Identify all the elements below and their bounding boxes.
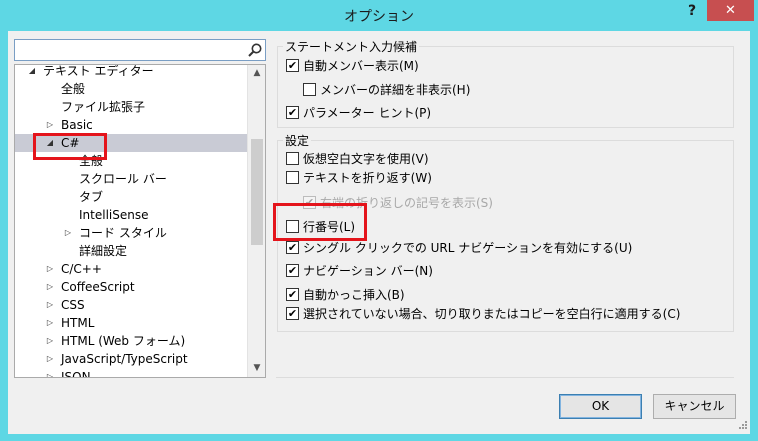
tree-item-label: スクロール バー [79,172,167,186]
options-tree: ◢ テキスト エディター 全般 ファイル拡張子 ▷ Basic ◢ C# 全般 スクロ… [14,64,266,378]
collapsed-icon[interactable]: ▷ [45,350,55,368]
checkbox-label: メンバーの詳細を非表示(H) [320,83,471,97]
checkbox-box[interactable]: ✔ [286,288,299,301]
checkbox-box[interactable]: ✔ [286,307,299,320]
tree-item-csharp-general[interactable]: 全般 [15,152,247,170]
close-button[interactable]: ✕ [707,0,754,21]
tree-item-label: 全般 [61,82,86,96]
tree-item-label: 詳細設定 [79,244,128,258]
tree-item-scrollbar[interactable]: スクロール バー [15,170,247,188]
options-dialog: オプション ? ✕ ◢ テキスト エディター 全般 ファイル拡張子 ▷ Basic … [0,0,758,441]
tree-item-html[interactable]: ▷ HTML [15,314,247,332]
checkbox-box[interactable]: ✔ [286,106,299,119]
tree-item-javascript-typescript[interactable]: ▷ JavaScript/TypeScript [15,350,247,368]
search-icon [248,43,262,57]
collapsed-icon[interactable]: ▷ [63,224,73,242]
separator [276,377,734,378]
resize-grip-icon[interactable] [736,420,748,432]
tree-item-label: IntelliSense [79,208,149,222]
tree-item-label: タブ [79,190,104,204]
checkbox-label: 右端の折り返しの記号を表示(S) [320,196,493,210]
tree-item-csharp[interactable]: ◢ C# [15,134,247,152]
tree-item-label: ファイル拡張子 [61,100,146,114]
tree-item-code-style[interactable]: ▷ コード スタイル [15,224,247,242]
tree-item-json[interactable]: ▷ JSON [15,368,247,377]
checkbox-box[interactable] [286,220,299,233]
checkbox-box[interactable] [286,171,299,184]
search-input[interactable] [14,39,266,61]
tree-item-label: C/C++ [61,262,102,276]
scroll-thumb[interactable] [251,139,263,245]
tree-item-basic[interactable]: ▷ Basic [15,116,247,134]
checkbox-label: 行番号(L) [303,220,356,234]
collapsed-icon[interactable]: ▷ [45,278,55,296]
expanded-icon[interactable]: ◢ [27,65,37,80]
checkbox-box[interactable]: ✔ [286,59,299,72]
tree-item-label: Basic [61,118,93,132]
tree-item-css[interactable]: ▷ CSS [15,296,247,314]
tree-rows: ◢ テキスト エディター 全般 ファイル拡張子 ▷ Basic ◢ C# 全般 スクロ… [15,65,247,377]
checkbox-label: 自動かっこ挿入(B) [303,288,405,302]
help-button[interactable]: ? [680,1,704,23]
checkbox-label: テキストを折り返す(W) [303,171,432,185]
tree-item-text-editor[interactable]: ◢ テキスト エディター [15,65,247,80]
collapsed-icon[interactable]: ▷ [45,368,55,377]
tree-item-label: HTML (Web フォーム) [61,334,186,348]
settings-title: 設定 [283,132,312,149]
checkbox-box[interactable] [286,152,299,165]
window-title: オプション [344,9,414,25]
tree-item-label: テキスト エディター [43,65,154,78]
checkbox-box[interactable]: ✔ [286,241,299,254]
tree-item-cpp[interactable]: ▷ C/C++ [15,260,247,278]
ok-button[interactable]: OK [559,394,642,419]
tree-item-label: コード スタイル [79,226,167,240]
tree-item-label: 全般 [79,154,104,168]
scroll-down-icon[interactable]: ▼ [248,360,265,377]
expanded-icon[interactable]: ◢ [45,134,55,152]
tree-item-file-extension[interactable]: ファイル拡張子 [15,98,247,116]
checkbox-label: 選択されていない場合、切り取りまたはコピーを空白行に適用する(C) [303,307,681,321]
tree-item-label: HTML [61,316,95,330]
checkbox-box[interactable]: ✔ [286,264,299,277]
statement-completion-title: ステートメント入力候補 [283,38,420,55]
tree-item-label: CSS [61,298,85,312]
tree-item-label: CoffeeScript [61,280,135,294]
checkbox-label: シングル クリックでの URL ナビゲーションを有効にする(U) [303,241,633,255]
tree-item-advanced[interactable]: 詳細設定 [15,242,247,260]
tree-item-general[interactable]: 全般 [15,80,247,98]
checkbox-label: 仮想空白文字を使用(V) [303,152,429,166]
tree-item-html-webforms[interactable]: ▷ HTML (Web フォーム) [15,332,247,350]
tree-item-intellisense[interactable]: IntelliSense [15,206,247,224]
checkbox-box[interactable] [303,83,316,96]
tree-item-label: C# [61,136,80,150]
checkbox-box[interactable]: ✔ [303,196,316,209]
scroll-up-icon[interactable]: ▲ [248,65,265,82]
title-bar[interactable]: オプション ? ✕ [0,0,758,30]
collapsed-icon[interactable]: ▷ [45,296,55,314]
tree-item-label: JSON [61,370,91,377]
checkbox-label: パラメーター ヒント(P) [303,106,432,120]
collapsed-icon[interactable]: ▷ [45,116,55,134]
tree-item-label: JavaScript/TypeScript [61,352,188,366]
collapsed-icon[interactable]: ▷ [45,314,55,332]
checkbox-label: 自動メンバー表示(M) [303,59,419,73]
collapsed-icon[interactable]: ▷ [45,260,55,278]
tree-item-coffeescript[interactable]: ▷ CoffeeScript [15,278,247,296]
cancel-button[interactable]: キャンセル [653,394,736,419]
checkbox-label: ナビゲーション バー(N) [303,264,433,278]
tree-item-tabs[interactable]: タブ [15,188,247,206]
collapsed-icon[interactable]: ▷ [45,332,55,350]
dialog-body: ◢ テキスト エディター 全般 ファイル拡張子 ▷ Basic ◢ C# 全般 スクロ… [8,31,750,434]
tree-scrollbar[interactable]: ▲ ▼ [247,65,265,377]
